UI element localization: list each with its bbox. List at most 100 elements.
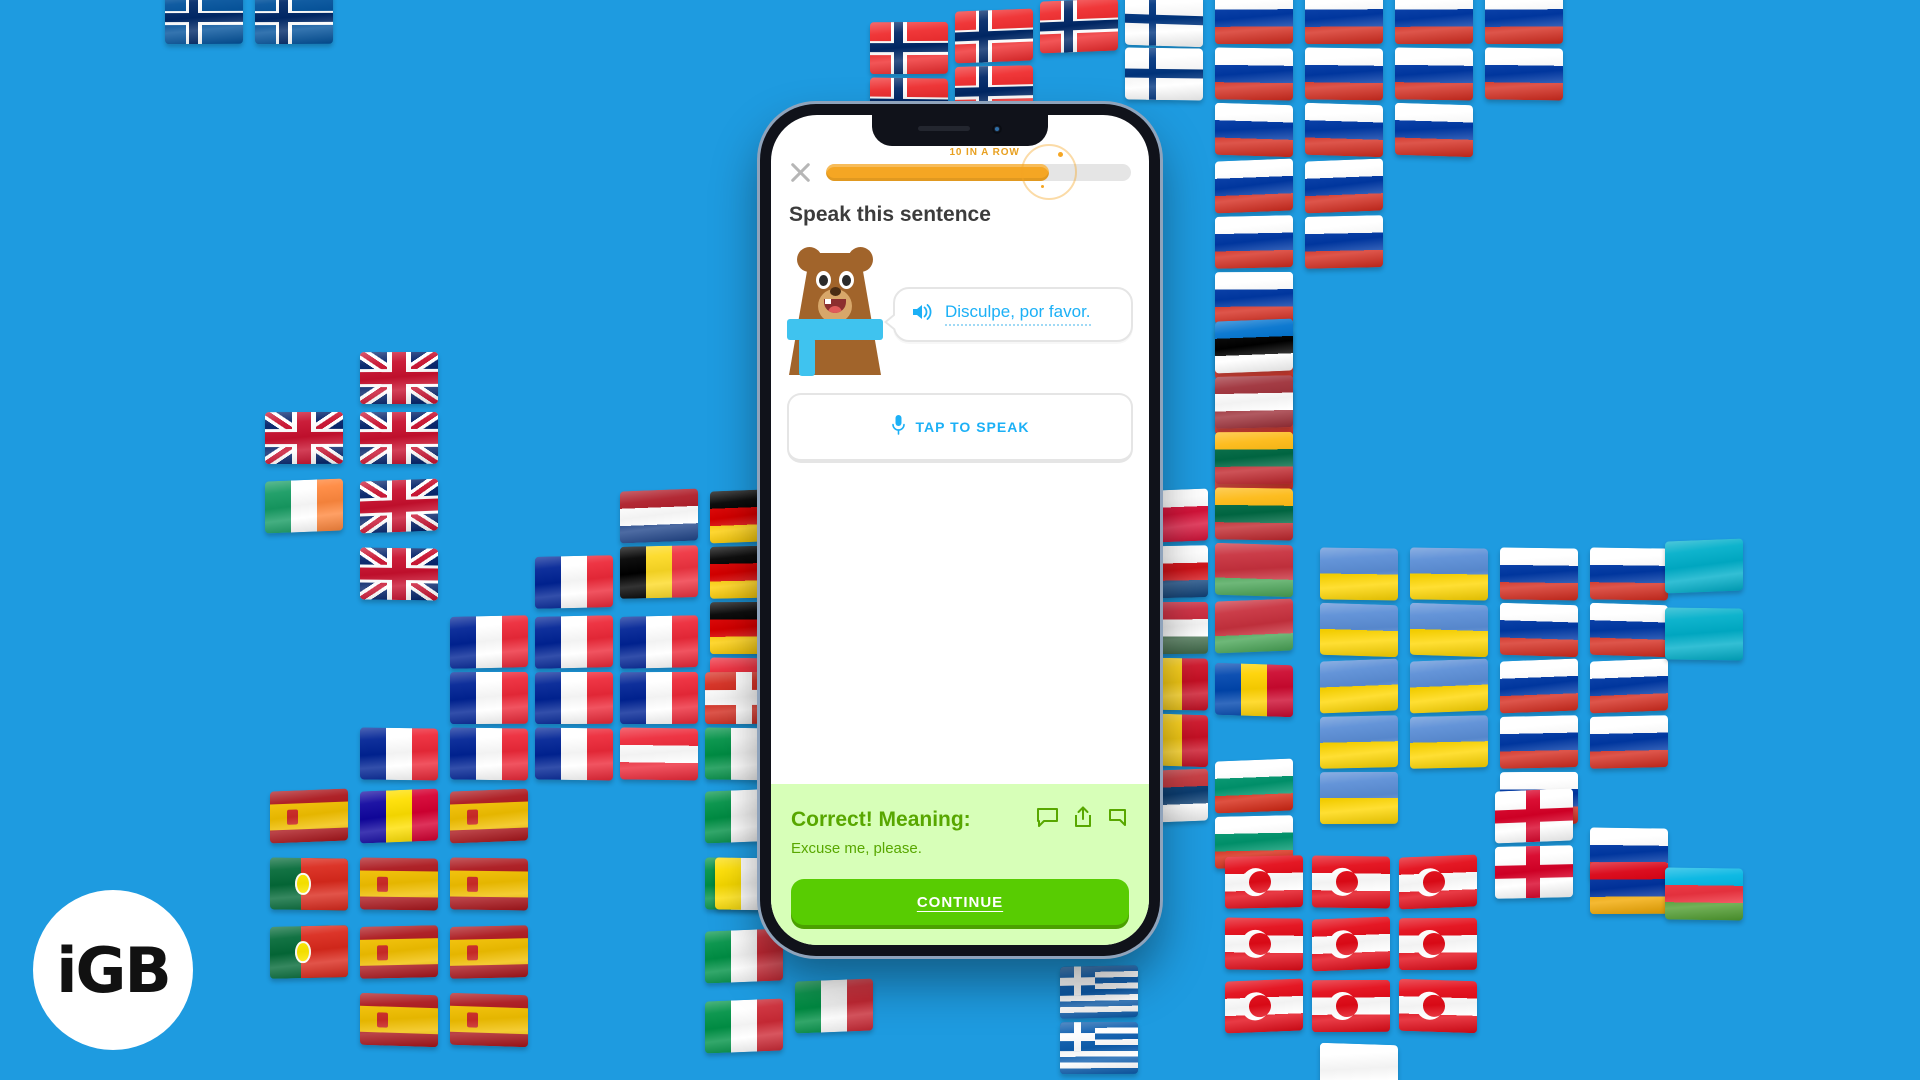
flag-uk	[360, 351, 438, 405]
flag-russia	[1215, 102, 1293, 158]
continue-button[interactable]: CONTINUE	[791, 879, 1129, 925]
flag-france	[535, 555, 613, 609]
flag-spain	[450, 788, 528, 844]
flag-france	[450, 671, 528, 725]
sentence-bubble[interactable]: Disculpe, por favor.	[884, 287, 1133, 342]
flag-greece	[1060, 965, 1138, 1019]
flag-moldova	[1215, 662, 1293, 718]
flag-italy	[795, 978, 873, 1034]
share-icon[interactable]	[1073, 806, 1093, 833]
sparkle-icon	[1057, 151, 1063, 157]
result-panel: Correct! Meaning: Excuse me, please. CON…	[771, 784, 1149, 945]
front-camera-icon	[992, 123, 1002, 134]
flag-russia	[1485, 47, 1563, 101]
flag-ukraine	[1320, 715, 1398, 769]
flag-turkey	[1225, 917, 1303, 971]
bear-mascot-icon	[787, 245, 883, 376]
tap-to-speak-label: TAP TO SPEAK	[915, 419, 1030, 435]
flag-turkey	[1225, 978, 1303, 1034]
flag-bulgaria	[1215, 758, 1293, 814]
flag-france	[620, 671, 698, 725]
target-sentence[interactable]: Disculpe, por favor.	[945, 302, 1091, 326]
flag-russia	[1215, 215, 1293, 269]
progress-fill	[826, 163, 1049, 181]
flag-russia	[1215, 271, 1293, 325]
flag-russia	[1500, 658, 1578, 714]
flag-turkey	[1399, 917, 1477, 971]
flag-norway	[870, 21, 948, 75]
flag-russia	[1590, 547, 1668, 601]
flag-ukraine	[1320, 547, 1398, 601]
report-flag-icon[interactable]	[1107, 807, 1129, 833]
flag-spain	[450, 857, 528, 911]
flag-russia	[1215, 382, 1293, 438]
flag-spain	[270, 788, 348, 844]
flag-russia	[1590, 827, 1668, 881]
flag-ukraine	[1320, 658, 1398, 714]
flag-uk	[360, 478, 438, 534]
flag-ukraine	[1410, 715, 1488, 769]
flag-ukraine	[1320, 771, 1398, 825]
flag-italy	[705, 928, 783, 984]
flag-russia	[1395, 0, 1473, 45]
igb-logo: iGB	[33, 890, 193, 1050]
flag-russia	[1590, 715, 1668, 769]
flag-russia	[1395, 47, 1473, 101]
speaker-icon[interactable]	[911, 302, 933, 327]
flag-russia	[1305, 158, 1383, 214]
phone-screen: 10 IN A ROW Speak this sentence Disculpe…	[771, 115, 1149, 945]
result-actions	[1036, 806, 1129, 833]
exercise-area: Disculpe, por favor.	[771, 245, 1149, 377]
progress-bar: 10 IN A ROW	[826, 144, 1131, 200]
flag-austria	[620, 727, 698, 781]
flag-turkey	[1225, 855, 1303, 909]
streak-label: 10 IN A ROW	[949, 146, 1020, 158]
flag-france	[535, 615, 613, 669]
flag-russia	[1500, 771, 1578, 825]
tap-to-speak-button[interactable]: TAP TO SPEAK	[787, 393, 1133, 463]
flag-italy	[705, 998, 783, 1054]
flag-armenia	[1590, 861, 1668, 915]
flag-belarus	[1215, 598, 1293, 654]
flag-turkey	[1399, 854, 1477, 910]
flag-iceland	[165, 0, 243, 45]
result-header: Correct! Meaning:	[791, 806, 1129, 833]
flag-belarus	[1215, 542, 1293, 598]
bear-eye-right	[839, 271, 854, 289]
close-icon[interactable]	[787, 159, 813, 185]
flag-russia	[1500, 715, 1578, 769]
flag-spain	[450, 925, 528, 979]
flag-kazakhstan	[1665, 538, 1743, 594]
flag-russia	[1590, 602, 1668, 658]
flag-france	[535, 671, 613, 725]
flag-turkey	[1399, 978, 1477, 1034]
bear-eye-left	[816, 271, 831, 289]
flag-russia	[1500, 547, 1578, 601]
flag-russia	[1215, 438, 1293, 494]
flag-russia	[1305, 215, 1383, 269]
flag-kazakhstan	[1665, 607, 1743, 661]
page-title: Speak this sentence	[789, 203, 991, 226]
flag-russia	[1395, 102, 1473, 158]
flag-russia	[1305, 102, 1383, 158]
earpiece-speaker-icon	[918, 125, 970, 131]
phone-mockup: 10 IN A ROW Speak this sentence Disculpe…	[760, 104, 1160, 956]
flag-andorra	[360, 788, 438, 844]
phone-notch	[872, 115, 1048, 146]
flag-france	[620, 615, 698, 669]
flag-spain	[360, 925, 438, 979]
microphone-icon	[891, 414, 906, 441]
flag-russia	[1485, 0, 1563, 45]
flag-lithuania	[1215, 487, 1293, 541]
flag-cyprus	[1320, 1042, 1398, 1080]
continue-label: CONTINUE	[916, 893, 1004, 911]
flag-estonia	[1215, 318, 1293, 374]
flag-russia	[1305, 0, 1383, 45]
comment-icon[interactable]	[1036, 807, 1059, 833]
bear-nose	[830, 287, 841, 296]
bear-scarf-tail	[799, 338, 815, 376]
flag-russia	[1590, 658, 1668, 714]
flag-russia	[1215, 158, 1293, 214]
flag-finland	[1125, 47, 1203, 101]
